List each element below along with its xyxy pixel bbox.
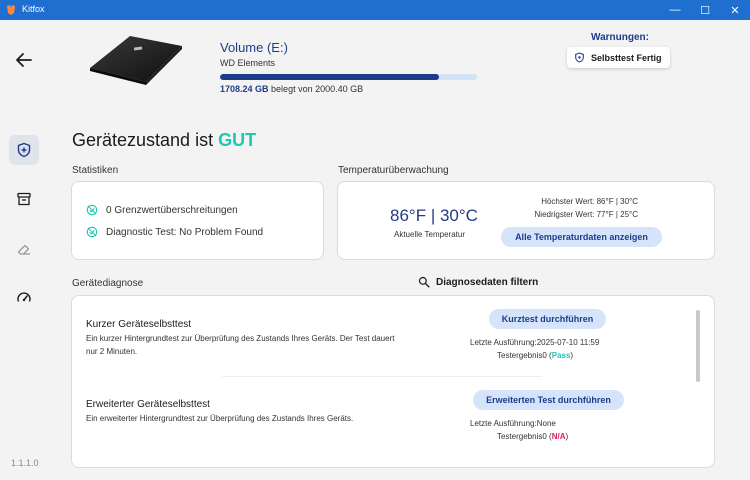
health-title: Gerätezustand ist GUT bbox=[72, 130, 256, 151]
diagnostics-filter-label: Diagnosedaten filtern bbox=[436, 276, 539, 288]
test-divider bbox=[222, 376, 542, 377]
app-logo-icon bbox=[7, 5, 15, 15]
check-circle-icon bbox=[86, 204, 98, 216]
show-all-temperature-button[interactable]: Alle Temperaturdaten anzeigen bbox=[501, 227, 662, 247]
storage-total-text: belegt von 2000.40 GB bbox=[268, 84, 364, 94]
warning-badge[interactable]: Selbsttest Fertig bbox=[567, 47, 670, 68]
short-test-title: Kurzer Geräteselbsttest bbox=[86, 319, 192, 330]
maximize-button[interactable]: ☐ bbox=[690, 0, 720, 20]
extended-test-result-value: N/A bbox=[551, 432, 566, 441]
diagnostics-filter[interactable]: Diagnosedaten filtern bbox=[418, 276, 538, 288]
shield-check-icon bbox=[575, 52, 584, 63]
short-test-result-prefix: Testergebnis0 ( bbox=[497, 351, 552, 360]
sidebar-item-erase[interactable] bbox=[9, 234, 39, 264]
short-test-result-suffix: ) bbox=[570, 351, 574, 360]
extended-test-title: Erweiterter Geräteselbsttest bbox=[86, 399, 210, 410]
title-bar: Kitfox — ☐ ✕ bbox=[0, 0, 750, 20]
shield-icon bbox=[17, 142, 31, 158]
diagnostics-label: Gerätediagnose bbox=[72, 278, 144, 289]
short-test-last-run: Letzte Ausführung:2025-07-10 11:59 bbox=[470, 338, 600, 347]
extended-test-description: Ein erweiterter Hintergrundtest zur Über… bbox=[86, 414, 354, 423]
health-title-prefix: Gerätezustand ist bbox=[72, 130, 219, 150]
close-button[interactable]: ✕ bbox=[720, 0, 750, 20]
short-test-result: Testergebnis0 (Pass) bbox=[497, 351, 573, 360]
diagnostics-scrollbar[interactable] bbox=[696, 310, 700, 382]
highest-temperature: Höchster Wert: 86°F | 30°C bbox=[541, 197, 638, 206]
storage-used-value: 1708.24 GB bbox=[220, 84, 269, 94]
extended-test-last-run: Letzte Ausführung:None bbox=[470, 419, 556, 428]
stat-threshold-text: 0 Grenzwertüberschreitungen bbox=[106, 204, 238, 216]
external-drive-image bbox=[90, 36, 182, 85]
warning-badge-label: Selbsttest Fertig bbox=[591, 52, 662, 63]
short-test-description: Ein kurzer Hintergrundtest zur Überprüfu… bbox=[86, 334, 395, 356]
archive-icon bbox=[17, 192, 31, 206]
storage-usage-text: 1708.24 GB belegt von 2000.40 GB bbox=[220, 84, 363, 94]
volume-title: Volume (E:) bbox=[220, 40, 288, 55]
stat-row-diagnostic: Diagnostic Test: No Problem Found bbox=[86, 226, 263, 238]
drive-model: WD Elements bbox=[220, 58, 276, 68]
health-status: GUT bbox=[218, 130, 257, 150]
window-title: Kitfox bbox=[22, 4, 45, 14]
back-arrow-icon[interactable] bbox=[14, 50, 34, 70]
minimize-button[interactable]: — bbox=[660, 0, 690, 20]
current-temperature-label: Aktuelle Temperatur bbox=[394, 230, 465, 239]
sidebar-item-health[interactable] bbox=[9, 135, 39, 165]
extended-test-result-suffix: ) bbox=[565, 432, 569, 441]
statistics-card: 0 Grenzwertüberschreitungen Diagnostic T… bbox=[71, 181, 324, 260]
diagnostics-card: Kurzer Geräteselbsttest Ein kurzer Hinte… bbox=[71, 295, 715, 468]
speedometer-icon bbox=[17, 292, 31, 302]
run-extended-test-button[interactable]: Erweiterten Test durchführen bbox=[473, 390, 624, 410]
stat-row-threshold: 0 Grenzwertüberschreitungen bbox=[86, 204, 238, 216]
sidebar-item-performance[interactable] bbox=[9, 283, 39, 313]
storage-usage-fill bbox=[220, 74, 440, 80]
statistics-label: Statistiken bbox=[72, 165, 119, 176]
sidebar: 1.1.1.0 bbox=[0, 20, 48, 480]
storage-usage-bar bbox=[220, 74, 477, 80]
eraser-icon bbox=[17, 244, 30, 255]
extended-test-result: Testergebnis0 (N/A) bbox=[497, 432, 568, 441]
stat-diagnostic-text: Diagnostic Test: No Problem Found bbox=[106, 226, 264, 238]
extended-test-result-prefix: Testergebnis0 ( bbox=[497, 432, 552, 441]
check-circle-icon bbox=[86, 226, 98, 238]
current-temperature: 86°F | 30°C bbox=[390, 206, 478, 225]
warnings-title: Warnungen: bbox=[591, 32, 649, 43]
run-short-test-button[interactable]: Kurztest durchführen bbox=[489, 309, 606, 329]
lowest-temperature: Niedrigster Wert: 77°F | 25°C bbox=[534, 210, 638, 219]
temperature-label: Temperaturüberwachung bbox=[338, 165, 449, 176]
short-test-result-value: Pass bbox=[551, 351, 571, 360]
version-label: 1.1.1.0 bbox=[11, 458, 39, 468]
temperature-card: 86°F | 30°C Aktuelle Temperatur Höchster… bbox=[337, 181, 715, 260]
sidebar-item-archive[interactable] bbox=[9, 184, 39, 214]
search-icon bbox=[418, 276, 430, 288]
